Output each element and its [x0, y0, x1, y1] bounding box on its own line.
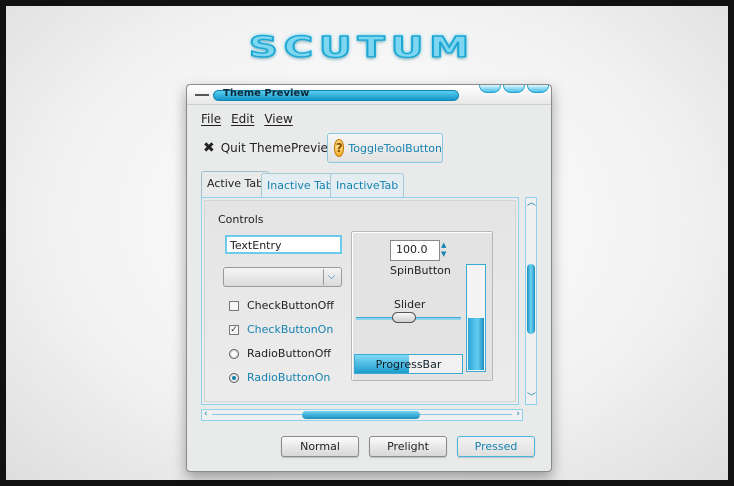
radio-button-on[interactable]: RadioButtonOn	[229, 371, 330, 384]
check-on-label: CheckButtonOn	[247, 323, 334, 336]
spin-down-icon[interactable]: ▼	[441, 250, 451, 259]
title-bar[interactable]: Theme Preview	[187, 85, 551, 105]
scroll-right-icon[interactable]: ›	[516, 410, 520, 419]
spin-up-icon[interactable]: ▲	[441, 241, 451, 250]
toggle-tool-label: ToggleToolButton	[348, 141, 442, 155]
vertical-progress-bar	[466, 264, 486, 372]
radio-button-off[interactable]: RadioButtonOff	[229, 347, 331, 360]
toggle-tool-button[interactable]: ? ToggleToolButton	[327, 133, 443, 163]
range-widgets-frame: 100.0 ▲ ▼ SpinButton Slider ProgressBar	[351, 231, 493, 381]
vertical-scroll-thumb[interactable]	[527, 264, 535, 334]
slider-thumb[interactable]	[392, 312, 417, 323]
progress-label: ProgressBar	[375, 358, 442, 371]
check-button-off[interactable]: CheckButtonOff	[229, 299, 334, 312]
progress-bar: ProgressBar	[354, 354, 463, 374]
vertical-progress-fill	[468, 318, 484, 370]
tab-inactive-2[interactable]: InactiveTab	[330, 173, 405, 197]
normal-button[interactable]: Normal	[281, 436, 359, 457]
tab-panel: Controls TextEntry ⌵ CheckButtonOff ✓ Ch…	[201, 197, 519, 405]
chevron-down-icon[interactable]: ⌵	[323, 269, 339, 285]
quit-tool-button[interactable]: ✖ Quit ThemePreview!	[203, 140, 343, 156]
vertical-scrollbar[interactable]: ︿ ﹀	[525, 197, 537, 405]
check-off-label: CheckButtonOff	[247, 299, 334, 312]
desktop-background: SCUTUM Theme Preview File Edit View ✖ Qu…	[6, 6, 728, 480]
close-button[interactable]	[527, 85, 549, 93]
controls-frame: Controls TextEntry ⌵ CheckButtonOff ✓ Ch…	[204, 200, 516, 402]
radio-on-label: RadioButtonOn	[247, 371, 331, 384]
prelight-button[interactable]: Prelight	[369, 436, 447, 457]
radio-unselected-icon	[229, 348, 239, 359]
checkbox-checked-icon: ✓	[229, 324, 239, 335]
pressed-button[interactable]: Pressed	[457, 436, 535, 457]
menu-file[interactable]: File	[201, 112, 221, 128]
tab-inactive-1[interactable]: Inactive Tab	[261, 173, 339, 197]
horizontal-scrollbar[interactable]: ‹ ›	[201, 409, 523, 421]
text-entry[interactable]: TextEntry	[225, 235, 342, 254]
check-button-on[interactable]: ✓ CheckButtonOn	[229, 323, 333, 336]
spin-arrows[interactable]: ▲ ▼	[441, 241, 451, 261]
radio-selected-icon	[229, 372, 239, 383]
slider-label: Slider	[394, 298, 426, 311]
checkbox-unchecked-icon	[229, 300, 239, 311]
tab-active[interactable]: Active Tab	[201, 171, 270, 197]
window-menu-icon[interactable]	[195, 94, 209, 96]
horizontal-scroll-thumb[interactable]	[302, 411, 420, 419]
minimize-button[interactable]	[479, 85, 501, 93]
scroll-left-icon[interactable]: ‹	[204, 410, 208, 419]
scroll-down-icon[interactable]: ﹀	[527, 394, 536, 403]
spin-button-input[interactable]: 100.0	[390, 240, 440, 261]
combo-box[interactable]: ⌵	[223, 267, 342, 287]
window-title: Theme Preview	[223, 88, 310, 99]
help-question-icon: ?	[334, 139, 345, 157]
close-x-icon: ✖	[203, 140, 215, 156]
radio-off-label: RadioButtonOff	[247, 347, 331, 360]
scutum-logo: SCUTUM	[248, 31, 476, 65]
menu-edit[interactable]: Edit	[231, 112, 254, 128]
scroll-up-icon[interactable]: ︿	[527, 199, 536, 208]
theme-preview-window: Theme Preview File Edit View ✖ Quit Them…	[186, 84, 552, 472]
menu-view[interactable]: View	[264, 112, 292, 128]
spin-button-label: SpinButton	[390, 264, 451, 277]
maximize-button[interactable]	[503, 85, 525, 93]
menu-bar: File Edit View	[201, 112, 293, 128]
controls-frame-label: Controls	[218, 213, 264, 226]
quit-label: Quit ThemePreview!	[220, 141, 343, 155]
